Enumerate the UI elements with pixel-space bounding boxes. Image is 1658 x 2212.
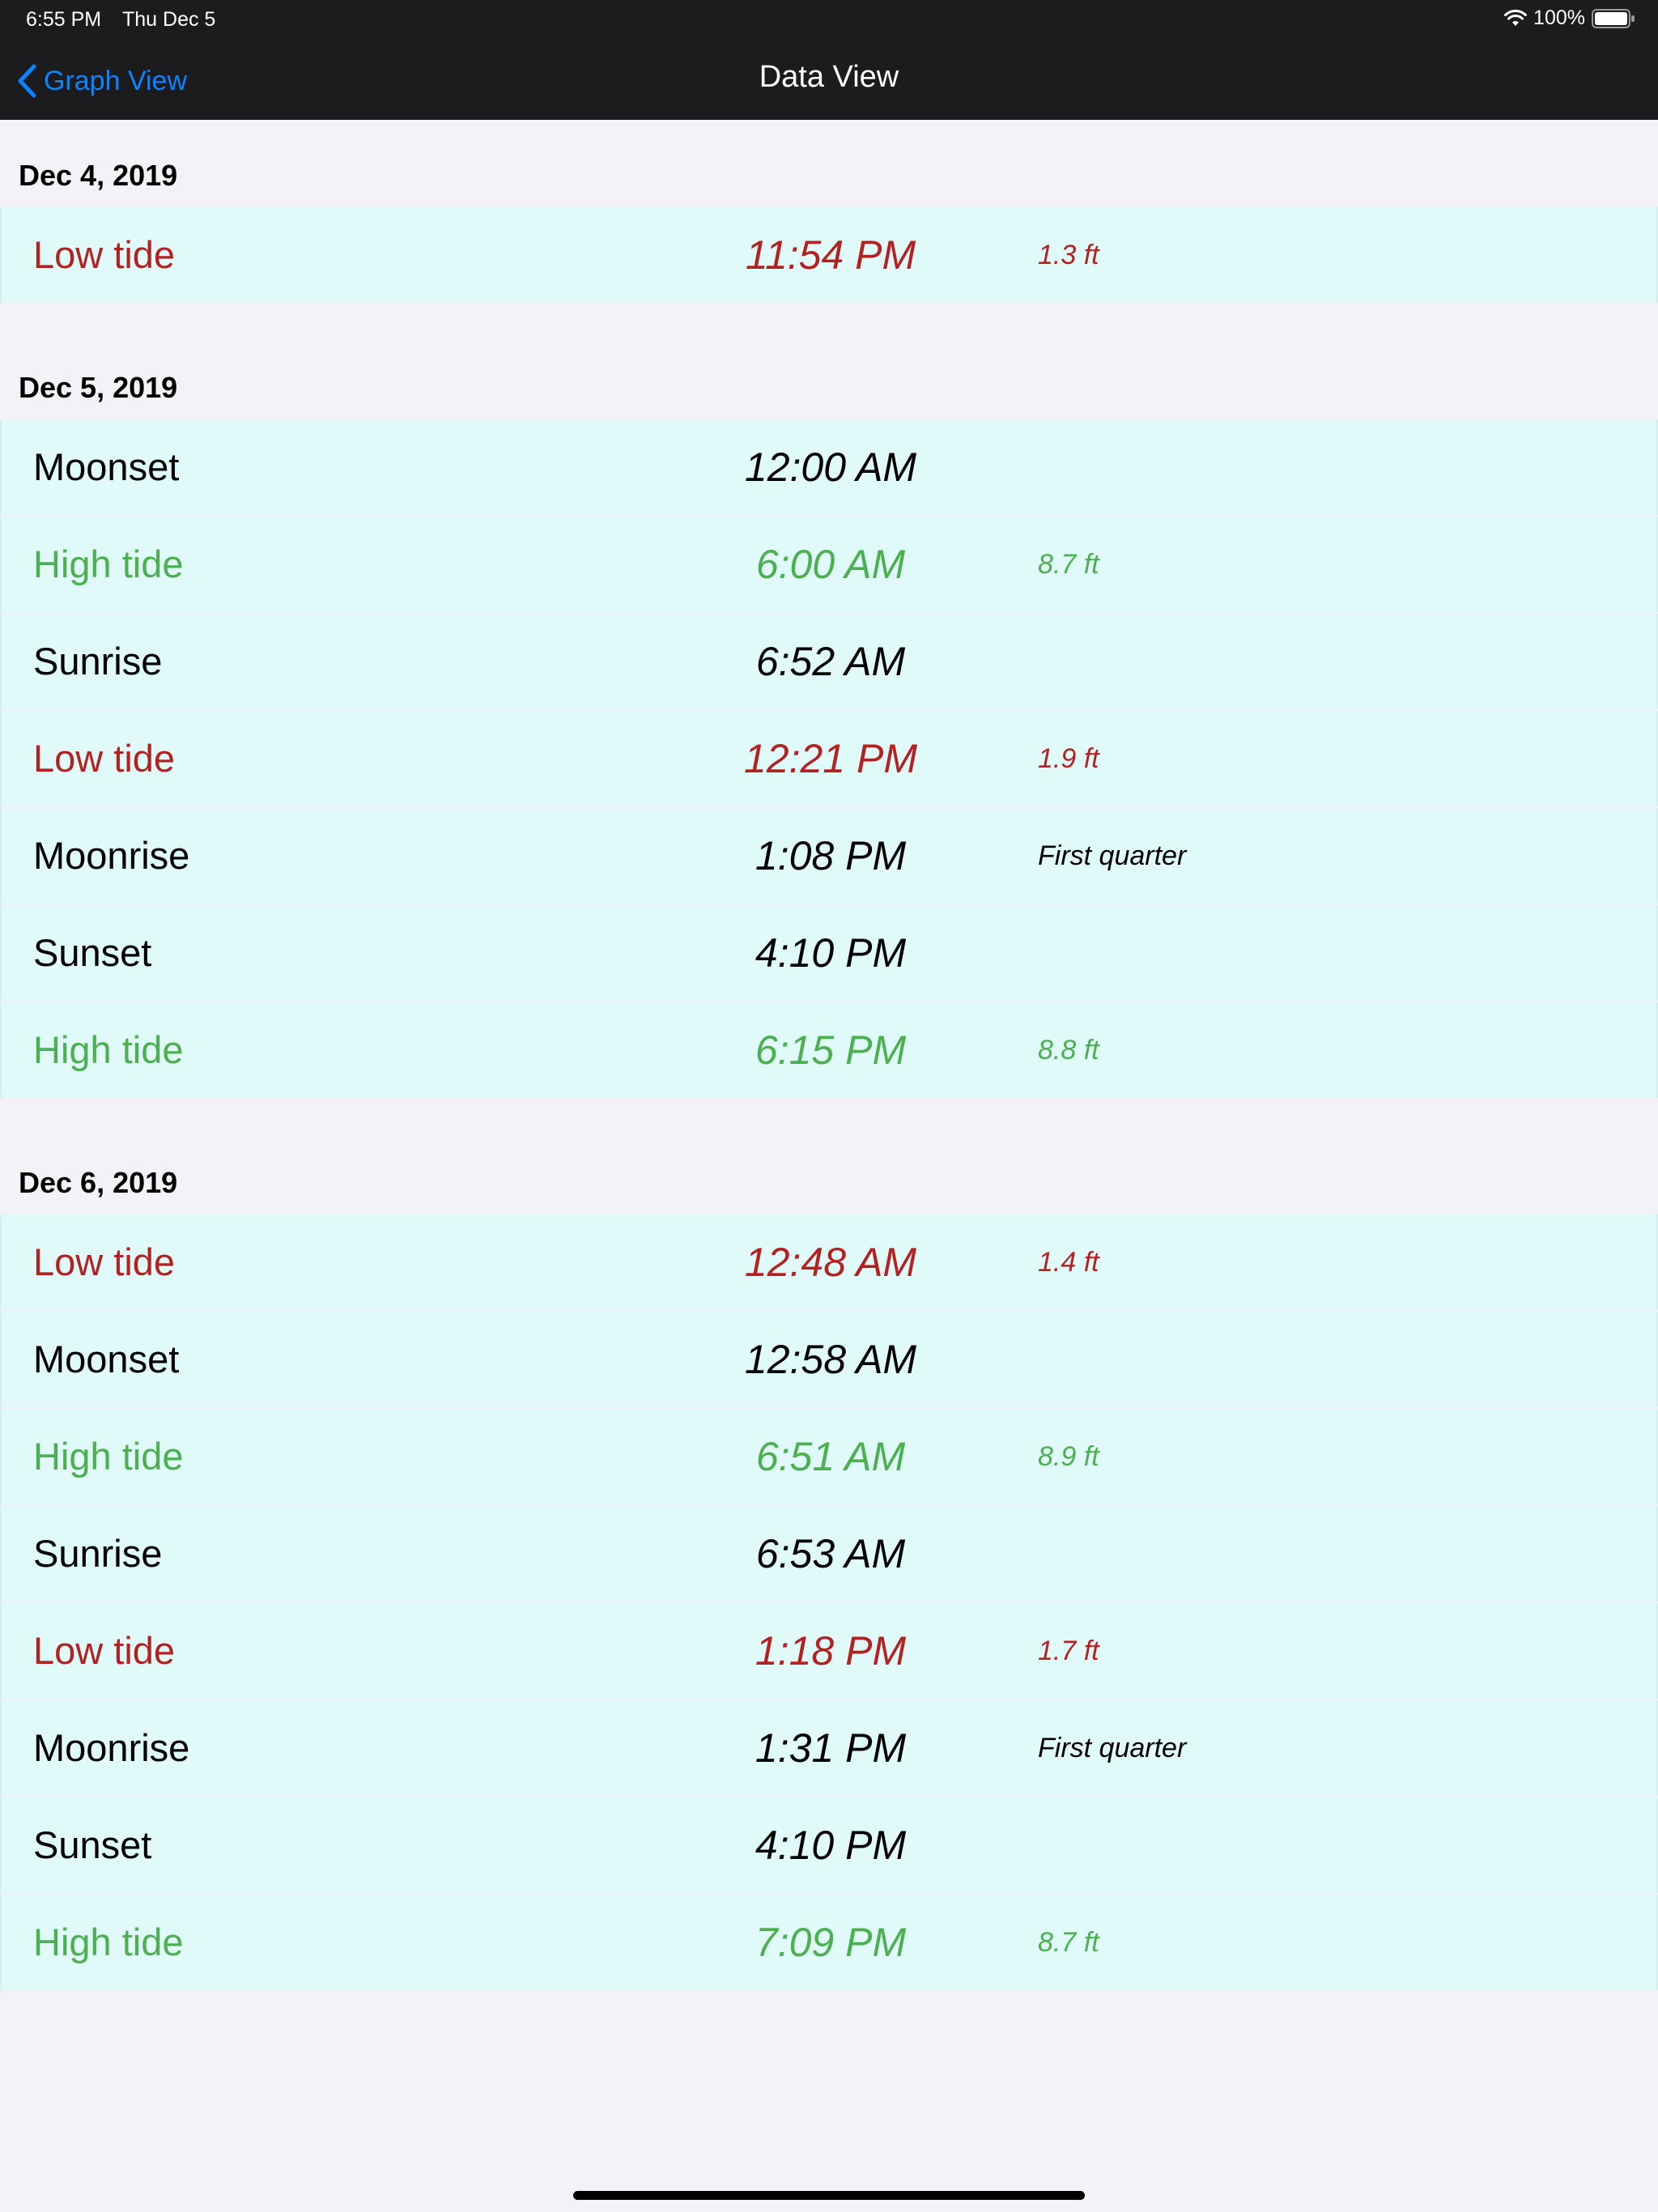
event-time: 6:51 AM <box>755 1434 906 1479</box>
event-time: 12:58 AM <box>744 1337 917 1382</box>
event-row[interactable]: Moonset 12:00 AM <box>0 419 1658 515</box>
section-date: Dec 6, 2019 <box>19 1166 178 1199</box>
event-name: Moonrise <box>33 1726 190 1769</box>
event-row[interactable]: Low tide 12:48 AM 1.4 ft <box>0 1214 1658 1310</box>
event-row[interactable]: Moonrise 1:08 PM First quarter <box>0 808 1658 904</box>
home-indicator <box>573 2191 1085 2200</box>
event-name: Moonset <box>33 445 180 488</box>
event-row[interactable]: Low tide 1:18 PM 1.7 ft <box>0 1603 1658 1699</box>
section-header: Dec 5, 2019 <box>0 332 1658 419</box>
event-time: 6:15 PM <box>755 1027 907 1073</box>
status-bar: 6:55 PM Thu Dec 5 100% <box>0 0 1658 39</box>
wifi-icon <box>1504 9 1528 28</box>
event-time: 4:10 PM <box>755 1823 907 1868</box>
event-row[interactable]: Moonset 12:58 AM <box>0 1312 1658 1407</box>
event-row[interactable]: High tide 7:09 PM 8.7 ft <box>0 1895 1658 1990</box>
event-time: 6:52 AM <box>755 639 906 684</box>
event-detail: 1.7 ft <box>1038 1636 1099 1666</box>
event-time: 4:10 PM <box>755 930 907 976</box>
event-row[interactable]: Sunrise 6:53 AM <box>0 1506 1658 1602</box>
event-time: 12:00 AM <box>744 445 917 490</box>
event-row[interactable]: Low tide 12:21 PM 1.9 ft <box>0 711 1658 806</box>
event-name: Sunrise <box>33 1532 163 1575</box>
event-time: 6:53 AM <box>755 1531 906 1576</box>
status-date: Thu Dec 5 <box>122 8 216 31</box>
section-header: Dec 6, 2019 <box>0 1127 1658 1214</box>
event-time: 12:48 AM <box>744 1240 917 1285</box>
navigation-bar: Graph View Data View <box>0 45 1658 120</box>
event-row[interactable]: High tide 6:51 AM 8.9 ft <box>0 1409 1658 1504</box>
event-detail: 8.9 ft <box>1038 1441 1099 1472</box>
event-detail: 8.8 ft <box>1038 1035 1099 1066</box>
section-date: Dec 4, 2019 <box>19 159 178 192</box>
section-date: Dec 5, 2019 <box>19 371 178 404</box>
page-title: Data View <box>759 60 899 94</box>
event-row[interactable]: Moonrise 1:31 PM First quarter <box>0 1700 1658 1796</box>
battery-percentage: 100% <box>1533 6 1585 29</box>
event-name: Low tide <box>33 737 176 780</box>
event-detail: 1.9 ft <box>1038 743 1099 774</box>
battery-icon <box>1592 8 1635 28</box>
event-name: Sunrise <box>33 640 163 683</box>
status-time: 6:55 PM <box>26 8 102 31</box>
event-detail: First quarter <box>1038 1733 1187 1763</box>
event-time: 1:31 PM <box>755 1725 907 1771</box>
event-row[interactable]: Sunrise 6:52 AM <box>0 614 1658 709</box>
event-name: Low tide <box>33 1629 176 1672</box>
event-row[interactable]: High tide 6:00 AM 8.7 ft <box>0 517 1658 612</box>
section-header: Dec 4, 2019 <box>0 120 1658 207</box>
event-name: Sunset <box>33 1823 152 1866</box>
event-detail: 1.4 ft <box>1038 1247 1099 1278</box>
event-time: 1:18 PM <box>755 1628 907 1674</box>
event-row[interactable]: High tide 6:15 PM 8.8 ft <box>0 1002 1658 1098</box>
event-time: 12:21 PM <box>743 736 917 781</box>
event-row[interactable]: Sunset 4:10 PM <box>0 1797 1658 1893</box>
status-indicators: 100% <box>1504 6 1635 30</box>
event-detail: 1.3 ft <box>1038 240 1099 270</box>
event-detail: First quarter <box>1038 840 1187 871</box>
top-bar: 6:55 PM Thu Dec 5 100% Graph View Data V… <box>0 0 1658 120</box>
event-time: 7:09 PM <box>755 1920 907 1965</box>
event-name: Low tide <box>33 1240 176 1283</box>
event-detail: 8.7 ft <box>1038 549 1099 580</box>
event-name: Sunset <box>33 931 152 974</box>
event-row[interactable]: Sunset 4:10 PM <box>0 905 1658 1001</box>
event-name: High tide <box>33 1028 184 1071</box>
event-name: Low tide <box>33 233 176 276</box>
event-list: Dec 4, 2019 Low tide 11:54 PM 1.3 ft Dec 5, … <box>0 120 1658 1992</box>
event-time: 11:54 PM <box>745 232 916 278</box>
event-time: 1:08 PM <box>755 833 907 878</box>
event-name: Moonset <box>33 1338 180 1380</box>
event-name: High tide <box>33 542 184 585</box>
event-name: Moonrise <box>33 834 190 877</box>
event-name: High tide <box>33 1435 184 1478</box>
event-time: 6:00 AM <box>755 542 906 587</box>
event-row[interactable]: Low tide 11:54 PM 1.3 ft <box>0 207 1658 303</box>
event-detail: 8.7 ft <box>1038 1927 1099 1958</box>
event-name: High tide <box>33 1921 184 1963</box>
